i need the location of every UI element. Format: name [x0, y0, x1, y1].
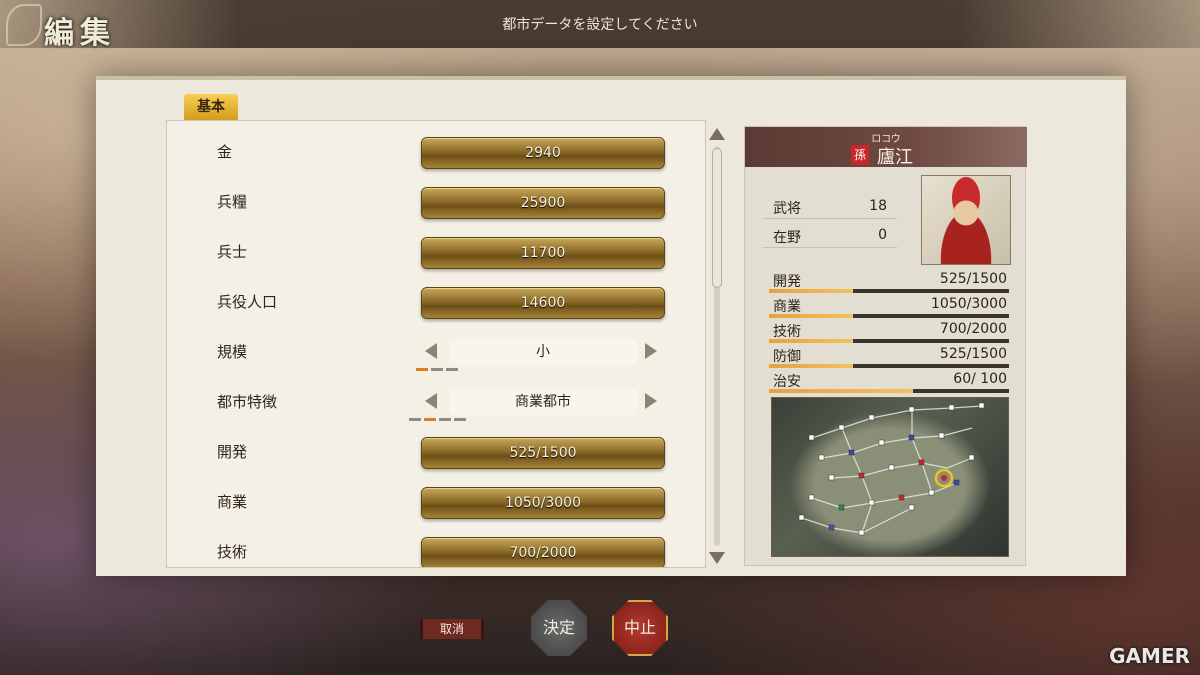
stat-bar: 治安 60/ 100	[769, 369, 1009, 393]
gold-value-button[interactable]: 2940	[421, 137, 665, 169]
field-label: 兵糧	[217, 193, 248, 211]
stat-fill	[769, 339, 853, 343]
stat-label: 開発	[773, 274, 801, 290]
stat-label: 在野	[773, 230, 801, 246]
field-label: 都市特徴	[217, 393, 278, 411]
field-label: 規模	[217, 343, 248, 361]
stat-track	[769, 339, 1009, 343]
stat-fill	[769, 389, 913, 393]
panel-edge	[96, 76, 1126, 80]
stat-label: 技術	[773, 324, 801, 340]
governor-portrait	[921, 175, 1011, 265]
stat-bar: 防御 525/1500	[769, 344, 1009, 368]
row-commerce: 商業 1050/3000	[167, 471, 705, 521]
field-list: 金 2940 兵糧 25900 兵士 11700 兵役人口 14600 規模 小…	[166, 120, 706, 568]
scroll-thumb[interactable]	[712, 148, 722, 288]
stat-label: 武将	[773, 201, 801, 217]
stat-bar: 商業 1050/3000	[769, 294, 1009, 318]
row-conscript-pop: 兵役人口 14600	[167, 271, 705, 321]
abort-button[interactable]: 中止	[612, 600, 668, 656]
row-food: 兵糧 25900	[167, 171, 705, 221]
watermark-logo: GAMER	[1109, 644, 1190, 668]
stat-track	[769, 364, 1009, 368]
row-city-feature: 都市特徴 商業都市	[167, 371, 705, 421]
free-officer-count: 在野 0	[763, 224, 897, 248]
scale-selector[interactable]: 小	[449, 339, 637, 365]
field-label: 金	[217, 143, 233, 161]
row-gold: 金 2940	[167, 121, 705, 171]
stat-bar: 技術 700/2000	[769, 319, 1009, 343]
list-scrollbar[interactable]	[708, 126, 726, 566]
field-label: 開発	[217, 443, 248, 461]
stat-value: 525/1500	[939, 346, 1007, 362]
confirm-button[interactable]: 決定	[531, 600, 587, 656]
tab-basic[interactable]: 基本	[184, 94, 238, 120]
stat-label: 防御	[773, 349, 801, 365]
stat-label: 治安	[773, 374, 801, 390]
stat-bar: 開発 525/1500	[769, 269, 1009, 293]
field-label: 兵士	[217, 243, 248, 261]
troops-value-button[interactable]: 11700	[421, 237, 665, 269]
field-label: 技術	[217, 543, 248, 561]
stat-value: 18	[869, 198, 887, 214]
field-label: 兵役人口	[217, 293, 278, 311]
city-info-panel: ロコウ 孫 廬江 武将 18 在野 0 開発 525/1500 商業 1050/300…	[744, 126, 1027, 566]
feature-next-arrow-icon[interactable]	[645, 393, 657, 409]
stat-track	[769, 314, 1009, 318]
stat-fill	[769, 314, 853, 318]
row-development: 開発 525/1500	[167, 421, 705, 471]
development-value-button[interactable]: 525/1500	[421, 437, 665, 469]
scroll-down-arrow-icon[interactable]	[709, 552, 725, 564]
row-scale: 規模 小	[167, 321, 705, 371]
stat-fill	[769, 364, 853, 368]
scale-prev-arrow-icon[interactable]	[425, 343, 437, 359]
city-feature-selector[interactable]: 商業都市	[449, 389, 637, 415]
stat-fill	[769, 289, 853, 293]
cancel-button[interactable]: 取消	[420, 619, 484, 639]
commerce-value-button[interactable]: 1050/3000	[421, 487, 665, 519]
stat-value: 1050/3000	[931, 296, 1007, 312]
scale-next-arrow-icon[interactable]	[645, 343, 657, 359]
officer-count: 武将 18	[763, 195, 897, 219]
stat-value: 525/1500	[939, 271, 1007, 287]
row-technology: 技術 700/2000	[167, 521, 705, 567]
map-network	[798, 402, 985, 536]
top-bar: 編集 都市データを設定してください	[0, 0, 1200, 51]
food-value-button[interactable]: 25900	[421, 187, 665, 219]
technology-value-button[interactable]: 700/2000	[421, 537, 665, 567]
instruction-text: 都市データを設定してください	[502, 17, 698, 33]
field-label: 商業	[217, 493, 248, 511]
stat-value: 700/2000	[939, 321, 1007, 337]
stat-track	[769, 389, 1009, 393]
conscript-pop-value-button[interactable]: 14600	[421, 287, 665, 319]
stat-label: 商業	[773, 299, 801, 315]
stat-value: 0	[878, 227, 887, 243]
feature-prev-arrow-icon[interactable]	[425, 393, 437, 409]
row-troops: 兵士 11700	[167, 221, 705, 271]
stat-track	[769, 289, 1009, 293]
city-header: ロコウ 孫 廬江	[745, 127, 1027, 168]
city-name: 廬江	[877, 147, 913, 168]
scroll-up-arrow-icon[interactable]	[709, 128, 725, 140]
stat-value: 60/ 100	[953, 371, 1007, 387]
minimap	[771, 397, 1009, 557]
